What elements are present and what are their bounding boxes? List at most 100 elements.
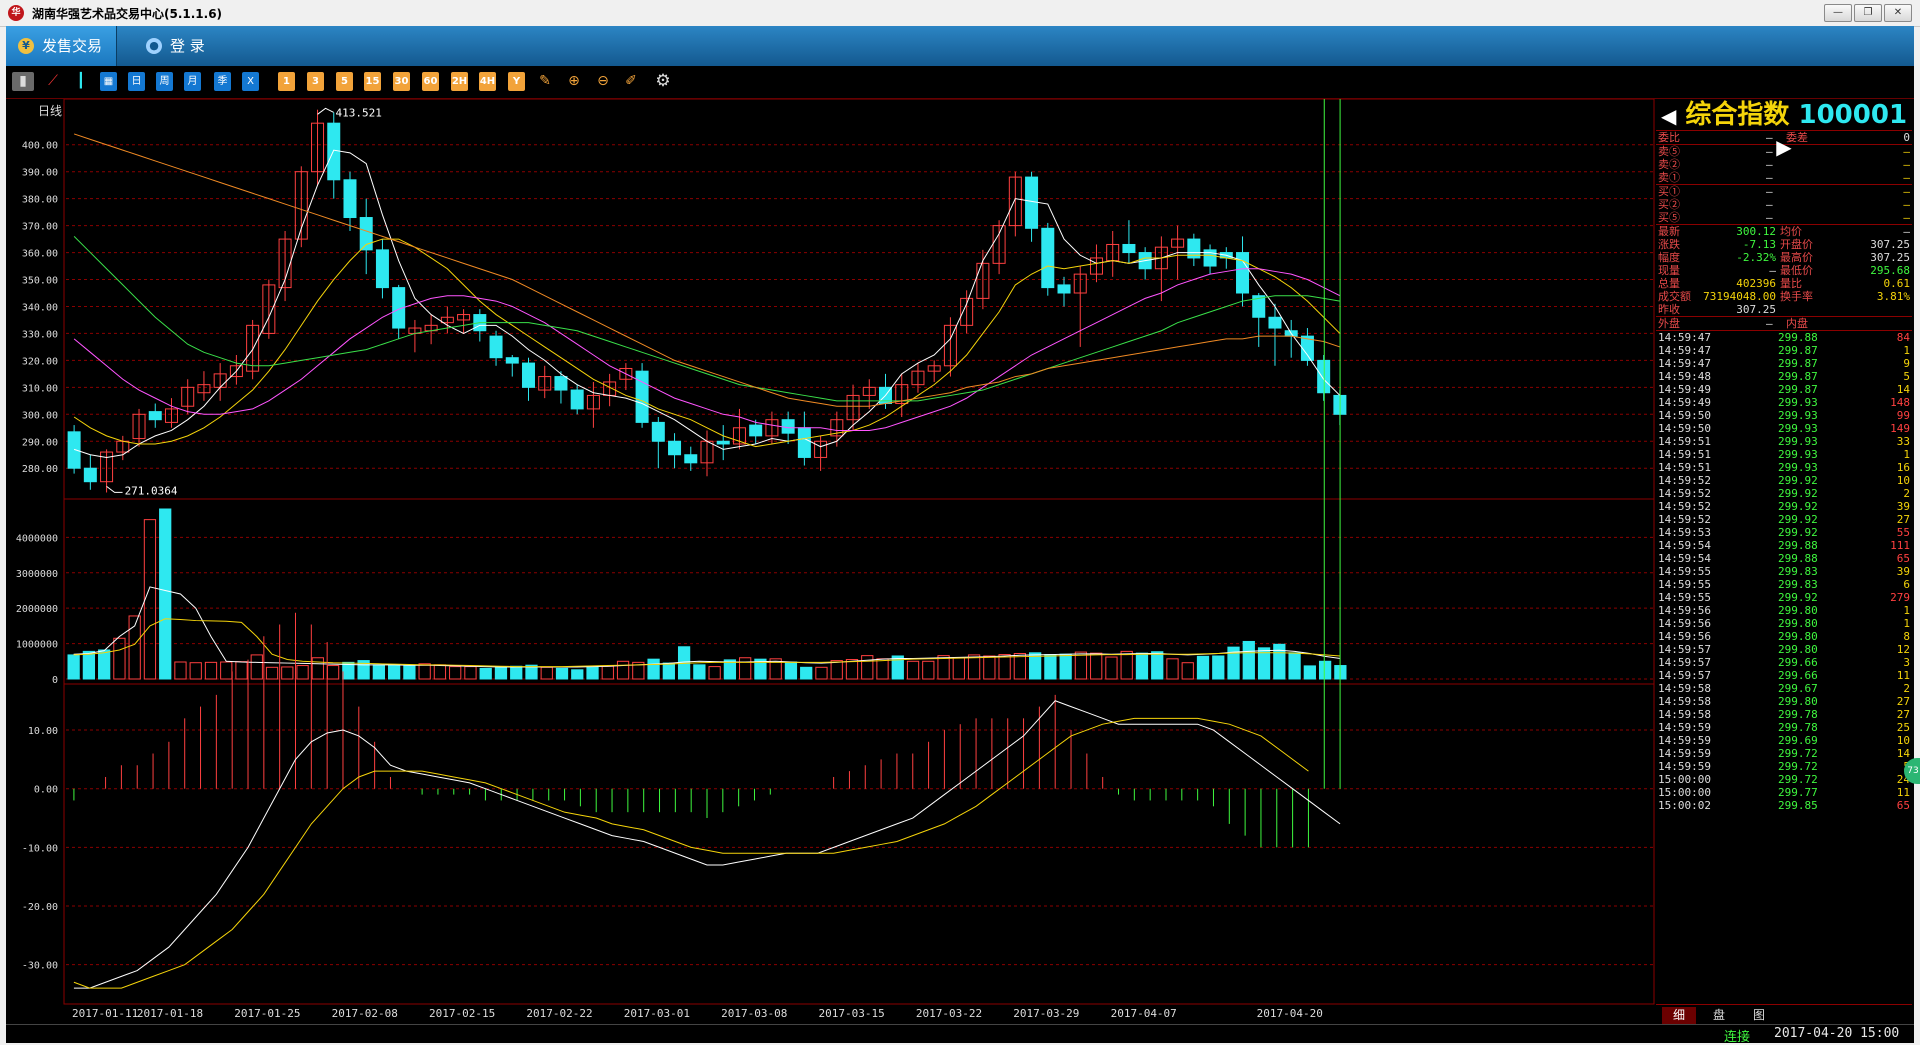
zoom-in-icon[interactable]: ⊕: [563, 72, 585, 91]
tick-row: 14:59:48 299.87 5: [1656, 370, 1912, 383]
tab-login-label: 登 录: [170, 37, 205, 55]
period-quarter-button[interactable]: 季: [214, 72, 231, 91]
tick-price: 299.66: [1778, 656, 1818, 669]
year-button[interactable]: Y: [508, 72, 525, 91]
line-chart-icon[interactable]: ⟋: [42, 72, 64, 91]
volume-bar-up: [845, 659, 859, 680]
weicha-label: 委差: [1786, 131, 1808, 144]
period-day-button[interactable]: 日: [128, 72, 145, 91]
tick-time: 14:59:47: [1658, 357, 1711, 370]
tick-price: 299.88: [1778, 331, 1818, 344]
quote-name: 综合指数: [1685, 100, 1790, 130]
status-bar: 连接 2017-04-20 15:00: [6, 1024, 1914, 1045]
tick-price: 299.66: [1778, 669, 1818, 682]
volume-bar-down: [647, 658, 660, 680]
period-month-button[interactable]: 月: [184, 72, 201, 91]
volume-bar-up: [952, 657, 965, 680]
tick-row: 14:59:56 299.80 8: [1656, 630, 1912, 643]
date-tick-label: 2017-04-07: [1111, 1007, 1177, 1020]
candle-down: [554, 376, 568, 391]
tick-row: 14:59:56 299.80 1: [1656, 604, 1912, 617]
volume-bar-down: [1303, 665, 1316, 680]
minute-30-button[interactable]: 30: [393, 72, 410, 91]
stat-row: 现量 — 最低价 295.68: [1656, 264, 1912, 277]
draw-tool-icon[interactable]: ✐: [620, 72, 642, 91]
tab-orderbook[interactable]: 盘: [1702, 1007, 1736, 1024]
stat-label: 昨收: [1658, 303, 1680, 316]
candle-down: [1041, 227, 1055, 289]
hour-4-button[interactable]: 4H: [479, 72, 496, 91]
tick-volume: 55: [1896, 526, 1910, 539]
volume-bar-down: [1151, 651, 1164, 680]
minute-15-button[interactable]: 15: [364, 72, 381, 91]
candle-down: [375, 249, 389, 289]
minute-1-button[interactable]: 1: [278, 72, 295, 91]
tab-chart[interactable]: 图: [1742, 1007, 1776, 1024]
hour-2-button[interactable]: 2H: [451, 72, 468, 91]
tab-sale-trade[interactable]: ¥ 发售交易: [6, 26, 118, 66]
tick-price: 299.80: [1778, 630, 1818, 643]
tick-price: 299.92: [1778, 513, 1818, 526]
calendar-icon[interactable]: ▦: [100, 72, 117, 91]
tick-price: 299.80: [1778, 604, 1818, 617]
tick-row: 14:59:49 299.93 148: [1656, 396, 1912, 409]
date-tick-label: 2017-02-08: [332, 1007, 398, 1020]
close-button[interactable]: ✕: [1884, 4, 1912, 22]
period-x-button[interactable]: X: [242, 72, 259, 91]
tick-price: 299.72: [1778, 760, 1818, 773]
right-tabs: 细 盘 图: [1656, 1004, 1912, 1025]
stat-value: -7.13: [1742, 238, 1776, 251]
candle-chart-icon[interactable]: ┃: [70, 72, 92, 91]
price-tick-label: 320.00: [22, 356, 58, 367]
volume-bar-up: [739, 657, 752, 680]
period-week-button[interactable]: 周: [156, 72, 173, 91]
kline-chart-icon[interactable]: ▮: [12, 72, 34, 91]
stat-value-2: 307.25: [1870, 251, 1910, 264]
candle-down: [327, 122, 341, 181]
tick-price: 299.92: [1778, 500, 1818, 513]
candle-down: [684, 454, 698, 464]
settings-gear-icon[interactable]: ⚙: [652, 72, 674, 91]
zoom-out-icon[interactable]: ⊖: [592, 72, 614, 91]
kline-chart[interactable]: 日线 400.00 390.00 380.00 370.00 360.00 350.00 34…: [6, 99, 1656, 1024]
tick-price: 299.92: [1778, 591, 1818, 604]
buy-level-price: —: [1766, 198, 1773, 211]
tick-list[interactable]: 14:59:47 299.88 84 14:59:47 299.87 1 14:59:47 2…: [1656, 330, 1912, 812]
candle-down: [635, 370, 649, 423]
stat-value: —: [1769, 264, 1776, 277]
minimize-button[interactable]: —: [1824, 4, 1852, 22]
date-tick-label: 2017-03-15: [818, 1007, 884, 1020]
high-marker: [317, 107, 334, 115]
tick-volume: 27: [1896, 513, 1910, 526]
candle-down: [749, 424, 763, 437]
user-icon: ●: [146, 38, 162, 54]
volume-bar-up: [235, 661, 248, 680]
prev-arrow-icon[interactable]: ◀: [1661, 104, 1676, 128]
volume-bar-down: [1135, 652, 1149, 680]
tick-time: 14:59:49: [1658, 383, 1711, 396]
tick-time: 14:59:59: [1658, 747, 1711, 760]
volume-bar-up: [189, 662, 202, 680]
candle-down: [781, 419, 795, 434]
tick-row: 14:59:58 299.67 2: [1656, 682, 1912, 695]
buy-level-row: 买① — —: [1656, 185, 1912, 198]
tick-price: 299.93: [1778, 409, 1818, 422]
maximize-button[interactable]: ❐: [1854, 4, 1882, 22]
minute-3-button[interactable]: 3: [307, 72, 324, 91]
minute-60-button[interactable]: 60: [422, 72, 439, 91]
tick-volume: 27: [1896, 695, 1910, 708]
stat-label-2: 均价: [1780, 225, 1802, 238]
macd-panel-border: [63, 683, 1655, 1005]
tick-row: 14:59:56 299.80 1: [1656, 617, 1912, 630]
tab-login[interactable]: ● 登 录: [134, 26, 219, 66]
volume-bar-up: [281, 666, 294, 680]
outer-inner-row: 外盘 — 内盘: [1656, 316, 1912, 330]
minute-5-button[interactable]: 5: [336, 72, 353, 91]
tick-volume: 27: [1896, 708, 1910, 721]
buy-level-label: 买②: [1658, 198, 1680, 211]
volume-tick-label: 2000000: [16, 604, 58, 615]
stat-value: 307.25: [1736, 303, 1776, 316]
edit-icon[interactable]: ✎: [534, 72, 556, 91]
tick-volume: 5: [1903, 370, 1910, 383]
tab-detail[interactable]: 细: [1662, 1007, 1696, 1024]
